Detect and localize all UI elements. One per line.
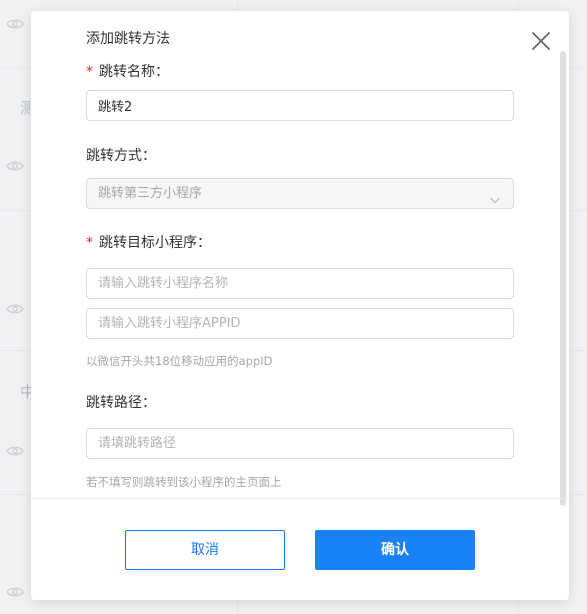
chevron-down-icon [489,188,501,204]
dialog-title: 添加跳转方法 [86,31,170,47]
jump-name-label: * 跳转名称： [86,61,169,81]
eye-icon[interactable] [6,586,24,598]
jump-name-label-text: 跳转名称： [99,64,169,80]
eye-icon[interactable] [6,18,24,30]
jump-method-selected-value: 跳转第三方小程序 [98,186,203,201]
jump-method-label: 跳转方式： [86,148,156,164]
jump-path-label: 跳转路径： [86,395,156,411]
cancel-button[interactable]: 取消 [125,530,285,570]
miniprogram-name-input[interactable] [86,268,514,299]
dialog-scrollbar[interactable] [559,51,567,506]
footer-divider [31,498,569,499]
required-mark: * [86,235,93,251]
miniprogram-appid-input[interactable] [86,308,514,339]
jump-path-input[interactable] [86,428,514,459]
scrollbar-thumb[interactable] [560,51,566,506]
jump-method-select[interactable]: 跳转第三方小程序 [86,178,514,209]
jump-name-input[interactable] [86,90,514,121]
eye-icon[interactable] [6,445,24,457]
jump-target-label-text: 跳转目标小程序： [99,235,211,251]
required-mark: * [86,64,93,80]
add-jump-method-dialog: 添加跳转方法 * 跳转名称： 跳转方式： 跳转第三方小程序 * 跳转目标小程序： 以… [31,11,569,600]
eye-icon[interactable] [6,160,24,172]
eye-icon[interactable] [6,303,24,315]
appid-hint: 以微信开头共18位移动应用的appID [86,354,273,368]
jump-path-hint: 若不填写则跳转到该小程序的主页面上 [86,475,282,489]
close-icon[interactable] [530,30,552,52]
jump-target-label: * 跳转目标小程序： [86,232,211,252]
confirm-button[interactable]: 确认 [315,530,475,570]
